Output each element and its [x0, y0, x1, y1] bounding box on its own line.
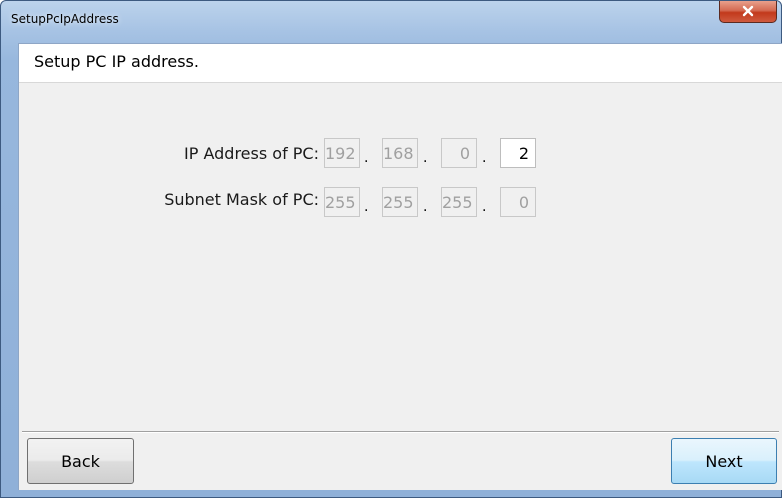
mask-dot-2: . — [423, 199, 428, 215]
ip-dot-2: . — [423, 150, 428, 166]
ip-dot-1: . — [364, 150, 369, 166]
setup-window: SetupPcIpAddress Setup PC IP address. IP… — [0, 0, 782, 498]
mask-octet-2[interactable]: 255 — [382, 187, 418, 217]
header-panel: Setup PC IP address. — [19, 44, 782, 83]
ip-octet-3[interactable]: 0 — [441, 138, 477, 168]
title-bar[interactable]: SetupPcIpAddress — [1, 1, 781, 43]
mask-dot-3: . — [482, 199, 487, 215]
ip-address-label: IP Address of PC: — [184, 144, 319, 163]
mask-dot-1: . — [364, 199, 369, 215]
ip-dot-3: . — [482, 150, 487, 166]
subnet-mask-label: Subnet Mask of PC: — [164, 190, 319, 209]
ip-octet-4[interactable]: 2 — [500, 138, 536, 168]
window-title: SetupPcIpAddress — [11, 12, 119, 26]
ip-octet-1[interactable]: 192 — [324, 138, 360, 168]
next-button[interactable]: Next — [671, 438, 777, 484]
back-button[interactable]: Back — [27, 438, 134, 484]
mask-octet-3[interactable]: 255 — [441, 187, 477, 217]
client-area: Setup PC IP address. IP Address of PC: 1… — [18, 43, 782, 490]
ip-octet-2[interactable]: 168 — [382, 138, 418, 168]
mask-octet-1[interactable]: 255 — [324, 187, 360, 217]
close-icon — [742, 2, 754, 21]
page-title: Setup PC IP address. — [34, 52, 199, 71]
close-button[interactable] — [719, 1, 777, 23]
footer-divider — [22, 431, 779, 433]
mask-octet-4[interactable]: 0 — [500, 187, 536, 217]
